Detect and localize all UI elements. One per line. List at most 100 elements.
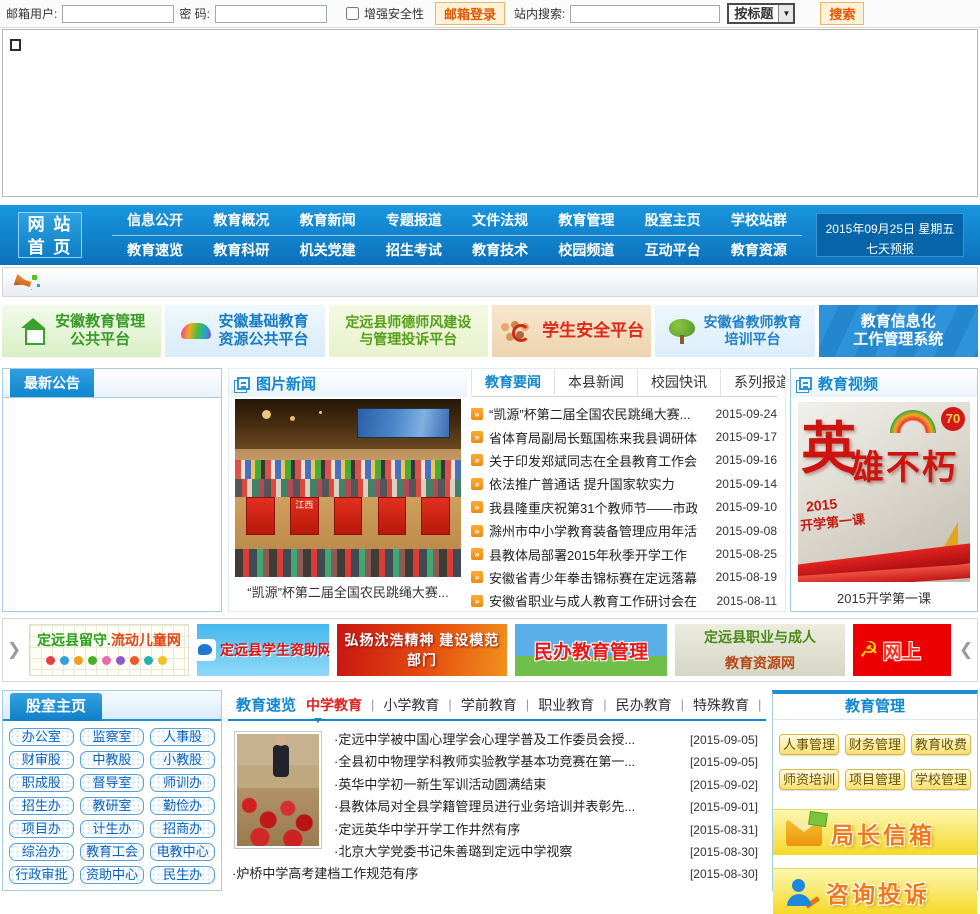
nav-item-campus[interactable]: 校园频道	[543, 240, 629, 260]
news-item[interactable]: » 县教体局部署2015年秋季开学工作 2015-08-25	[471, 542, 777, 565]
dept-button[interactable]: 招生办	[9, 797, 74, 815]
nav-item-info[interactable]: 信息公开	[112, 210, 198, 230]
enhanced-security-checkbox[interactable]	[346, 7, 359, 20]
quick-view-item[interactable]: [2015-08-30] ·北京大学党委书记朱善璐到定远中学视察	[334, 841, 758, 863]
quick-view-item[interactable]: [2015-09-05] ·定远中学被中国心理学会心理学普及工作委员会授...	[334, 729, 758, 751]
nav-item-party[interactable]: 机关党建	[285, 240, 371, 260]
news-item[interactable]: » 关于印发郑斌同志在全县教育工作会... 2015-09-16	[471, 449, 777, 472]
dept-button[interactable]: 人事股	[150, 728, 215, 746]
dept-button[interactable]: 教研室	[80, 797, 145, 815]
news-item-title[interactable]: 我县隆重庆祝第31个教师节——市政...	[489, 498, 697, 517]
news-item-title[interactable]: 安徽省职业与成人教育工作研讨会在...	[489, 591, 697, 610]
weather-forecast-link[interactable]: 七天预报	[817, 240, 963, 257]
news-item-title[interactable]: 安徽省青少年拳击锦标赛在定远落幕...	[489, 568, 697, 587]
item-title[interactable]: ·定远英华中学开学工作井然有序	[334, 822, 520, 837]
news-item-title[interactable]: 关于印发郑斌同志在全县教育工作会...	[489, 451, 697, 470]
tab-special[interactable]: 特殊教育	[693, 695, 749, 715]
site-home-button[interactable]: 网 站 首 页	[18, 212, 82, 258]
dept-button[interactable]: 计生办	[80, 820, 145, 838]
dept-button[interactable]: 行政审批	[9, 866, 74, 884]
news-item-title[interactable]: 省体育局副局长甄国栋来我县调研体...	[489, 428, 697, 447]
platform-teacher-ethics-complaints[interactable]: 定远县师德师风建设 与管理投诉平台	[329, 305, 488, 357]
nav-item-regulations[interactable]: 文件法规	[457, 210, 543, 230]
strip-scroll-left-icon[interactable]: ❯	[7, 640, 21, 660]
dept-button[interactable]: 办公室	[9, 728, 74, 746]
tab-middle-school[interactable]: 中学教育	[306, 695, 362, 715]
mgmt-button[interactable]: 学校管理	[911, 769, 971, 790]
banner-student-aid-net[interactable]: 定远县学生资助网	[197, 624, 329, 676]
dept-button[interactable]: 招商办	[150, 820, 215, 838]
news-item[interactable]: » “凯源”杯第二届全国农民跳绳大赛... 2015-09-24	[471, 402, 777, 425]
item-title[interactable]: ·北京大学党委书记朱善璐到定远中学视察	[334, 844, 572, 859]
password-input[interactable]	[215, 5, 327, 23]
news-item[interactable]: » 省体育局副局长甄国栋来我县调研体... 2015-09-17	[471, 425, 777, 448]
nav-item-enrollment[interactable]: 招生考试	[371, 240, 457, 260]
photo-news-image[interactable]: 江西	[235, 399, 461, 577]
dept-button[interactable]: 教育工会	[80, 843, 145, 861]
quick-view-item[interactable]: [2015-08-29] ·藕塘小学新生入学教育活动圆满结束	[232, 886, 758, 889]
tab-departments-home[interactable]: 股室主页	[10, 693, 102, 721]
nav-item-research[interactable]: 教育科研	[198, 240, 284, 260]
news-item[interactable]: » 我县隆重庆祝第31个教师节——市政... 2015-09-10	[471, 496, 777, 519]
mgmt-button[interactable]: 师资培训	[779, 769, 839, 790]
dept-button[interactable]: 师训办	[150, 774, 215, 792]
tab-private[interactable]: 民办教育	[616, 695, 672, 715]
tab-edu-headlines[interactable]: 教育要闻	[471, 369, 555, 396]
site-search-input[interactable]	[570, 5, 720, 23]
mgmt-button[interactable]: 教育收费	[911, 734, 971, 755]
email-login-button[interactable]: 邮箱登录	[435, 2, 505, 25]
tab-primary-school[interactable]: 小学教育	[383, 695, 439, 715]
dept-button[interactable]: 项目办	[9, 820, 74, 838]
consult-complaint-banner[interactable]: 咨询投诉	[773, 868, 977, 914]
platform-edu-informatization[interactable]: 教育信息化 工作管理系统	[819, 305, 978, 357]
quick-view-item[interactable]: [2015-08-30] ·炉桥中学高考建档工作规范有序	[232, 863, 758, 885]
news-item[interactable]: » 安徽省青少年拳击锦标赛在定远落幕... 2015-08-19	[471, 566, 777, 589]
nav-item-overview[interactable]: 教育概况	[198, 210, 284, 230]
nav-item-technology[interactable]: 教育技术	[457, 240, 543, 260]
tab-series-reports[interactable]: 系列报道	[721, 369, 785, 396]
news-item-title[interactable]: 县教体局部署2015年秋季开学工作	[489, 545, 697, 564]
item-title[interactable]: ·县教体局对全县学籍管理员进行业务培训并表彰先...	[334, 799, 635, 814]
dept-button[interactable]: 综治办	[9, 843, 74, 861]
nav-item-interactive[interactable]: 互动平台	[630, 240, 716, 260]
quick-view-item[interactable]: [2015-09-02] ·英华中学初一新生军训活动圆满结束	[334, 774, 758, 796]
photo-news-caption[interactable]: “凯源”杯第二届全国农民跳绳大赛...	[229, 582, 467, 601]
item-title[interactable]: ·炉桥中学高考建档工作规范有序	[232, 866, 418, 881]
quick-view-item[interactable]: [2015-09-05] ·全县初中物理学科教师实验教学基本功竞赛在第一...	[334, 751, 758, 773]
quick-view-thumbnail[interactable]	[234, 731, 322, 849]
dept-button[interactable]: 民生办	[150, 866, 215, 884]
news-item-title[interactable]: 依法推广普通话 提升国家软实力	[489, 474, 697, 493]
tab-latest-announcements[interactable]: 最新公告	[10, 369, 94, 397]
news-item[interactable]: » 滁州市中小学教育装备管理应用年活... 2015-09-08	[471, 519, 777, 542]
dept-button[interactable]: 小教股	[150, 751, 215, 769]
nav-item-quickview[interactable]: 教育速览	[112, 240, 198, 260]
item-title[interactable]: ·定远中学被中国心理学会心理学普及工作委员会授...	[334, 732, 635, 747]
nav-item-schools[interactable]: 学校站群	[716, 210, 802, 230]
news-item-title[interactable]: 滁州市中小学教育装备管理应用年活...	[489, 521, 697, 540]
director-mailbox-banner[interactable]: 局长信箱	[773, 809, 977, 855]
platform-teacher-training[interactable]: 安徽省教师教育 培训平台	[655, 305, 814, 357]
video-caption[interactable]: 2015开学第一课	[791, 588, 977, 607]
tab-campus-express[interactable]: 校园快讯	[638, 369, 721, 396]
platform-student-safety[interactable]: 学生安全平台	[492, 305, 651, 357]
video-thumbnail[interactable]: 70 英 雄不朽 2015 开学第一课	[798, 402, 970, 582]
tab-preschool[interactable]: 学前教育	[461, 695, 517, 715]
news-item-title[interactable]: “凯源”杯第二届全国农民跳绳大赛...	[489, 404, 697, 423]
mgmt-button[interactable]: 财务管理	[845, 734, 905, 755]
platform-anhui-basic-edu-resources[interactable]: 安徽基础教育 资源公共平台	[165, 305, 324, 357]
search-type-select[interactable]: 按标题 ▼	[727, 3, 795, 24]
banner-shenhao-spirit[interactable]: 弘扬沈浩精神 建设模范部门	[337, 624, 507, 676]
banner-private-education[interactable]: 民办教育管理	[515, 624, 667, 676]
dept-button[interactable]: 职成股	[9, 774, 74, 792]
platform-anhui-edu-management[interactable]: 安徽教育管理 公共平台	[2, 305, 161, 357]
email-user-input[interactable]	[62, 5, 174, 23]
item-title[interactable]: ·英华中学初一新生军训活动圆满结束	[334, 777, 546, 792]
quick-view-item[interactable]: [2015-08-31] ·定远英华中学开学工作井然有序	[334, 819, 758, 841]
news-item[interactable]: » 依法推广普通话 提升国家软实力 2015-09-14	[471, 472, 777, 495]
nav-item-special[interactable]: 专题报道	[371, 210, 457, 230]
tab-county-news[interactable]: 本县新闻	[555, 369, 638, 396]
nav-item-management[interactable]: 教育管理	[543, 210, 629, 230]
mgmt-button[interactable]: 项目管理	[845, 769, 905, 790]
banner-vocational-resources-net[interactable]: 定远县职业与成人教育资源网	[675, 624, 845, 676]
dept-button[interactable]: 电教中心	[150, 843, 215, 861]
